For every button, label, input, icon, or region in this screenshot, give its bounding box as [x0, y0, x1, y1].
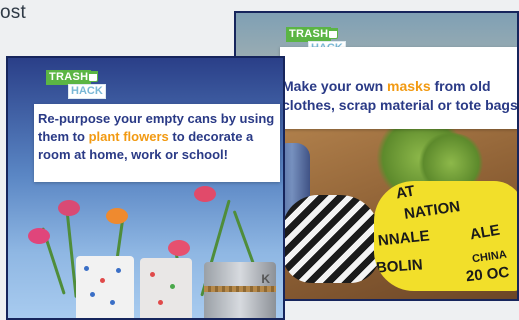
- trash-hack-logo: TRASH HACK: [46, 70, 106, 102]
- caption-highlight: plant flowers: [88, 129, 169, 144]
- yellow-printed-mask: AT NATION NNALE ALE BOLIN CHINA 20 OC: [374, 181, 517, 291]
- mask-print-text: NATION: [403, 198, 462, 223]
- pink-flower: [168, 240, 190, 256]
- caption-text: Make your own masks from old clothes, sc…: [282, 78, 518, 113]
- trash-bin-icon: [328, 28, 338, 39]
- logo-trash-text: TRASH: [286, 27, 332, 42]
- mask-print-text: NNALE: [377, 227, 431, 250]
- mask-print-text: AT: [394, 182, 417, 203]
- polka-dot-can: [76, 256, 134, 318]
- caption-highlight: masks: [387, 78, 431, 94]
- logo-trash-text: TRASH: [46, 70, 92, 85]
- pink-flower: [194, 186, 216, 202]
- trash-hack-card-cans[interactable]: K TRASH HACK Re-purpose your empty cans …: [6, 56, 285, 320]
- dotted-can: [140, 258, 192, 318]
- mask-print-text: 20 OC: [465, 263, 511, 286]
- logo-hack-text: HACK: [68, 84, 106, 99]
- pink-flower: [58, 200, 80, 216]
- twine-wrap: [204, 286, 276, 292]
- partial-heading-text: ost: [0, 2, 26, 23]
- striped-fabric-mask: [282, 195, 380, 283]
- can-print-text: K: [261, 272, 270, 286]
- pink-flower: [28, 228, 50, 244]
- orange-flower: [106, 208, 128, 224]
- mask-print-text: ALE: [468, 221, 502, 244]
- trash-bin-icon: [88, 71, 98, 82]
- caption-banner: Make your own masks from old clothes, sc…: [280, 47, 518, 129]
- caption-text: Re-purpose your empty cans by using them…: [38, 111, 275, 162]
- caption-banner: Re-purpose your empty cans by using them…: [34, 104, 280, 182]
- mask-print-text: BOLIN: [375, 256, 424, 277]
